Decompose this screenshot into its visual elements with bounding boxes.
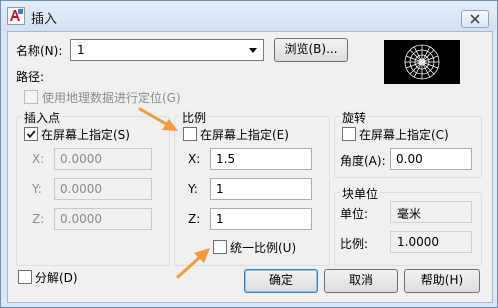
scale-y-value: 1 (216, 182, 224, 196)
help-button[interactable]: 帮助(H) (404, 269, 480, 293)
block-preview-image (404, 44, 440, 80)
title-bar[interactable]: 插入 (1, 1, 497, 31)
path-label: 路径: (16, 70, 45, 84)
explode-checkbox[interactable] (18, 270, 32, 284)
insertion-onscreen-label: 在屏幕上指定(S) (41, 128, 130, 142)
explode-label: 分解(D) (35, 271, 78, 285)
insertion-x-field[interactable]: 0.0000 (54, 148, 152, 170)
cancel-button[interactable]: 取消 (324, 269, 398, 293)
rotation-onscreen-checkbox[interactable] (342, 127, 356, 141)
close-icon (470, 14, 480, 24)
ok-button[interactable]: 确定 (244, 269, 318, 293)
insertion-y-label: Y: (32, 182, 42, 196)
scale-title: 比例 (180, 109, 209, 126)
scale-z-label: Z: (188, 212, 201, 226)
autocad-app-icon (7, 7, 25, 25)
unit-label: 单位: (340, 207, 369, 221)
factor-value: 1.0000 (397, 235, 439, 249)
angle-value: 0.00 (396, 152, 423, 166)
insertion-x-value: 0.0000 (60, 152, 102, 166)
unit-display: 毫米 (390, 201, 472, 223)
insertion-y-field[interactable]: 0.0000 (54, 178, 152, 200)
rotation-onscreen-label: 在屏幕上指定(C) (359, 128, 449, 142)
dialog-body: 名称(N): 1 浏览(B)... 路径: 使用地理数据进行定位(G) 插入点 … (7, 31, 493, 303)
uniform-scale-label: 统一比例(U) (230, 241, 297, 255)
geo-location-checkbox[interactable] (24, 90, 38, 104)
scale-y-field[interactable]: 1 (210, 178, 312, 200)
factor-label: 比例: (340, 237, 369, 251)
browse-button[interactable]: 浏览(B)... (274, 38, 348, 62)
block-name-combo[interactable]: 1 (70, 39, 264, 61)
scale-x-label: X: (188, 152, 201, 166)
annotation-arrow-icon (176, 248, 210, 279)
insertion-y-value: 0.0000 (60, 182, 102, 196)
block-name-value: 1 (77, 43, 85, 57)
annotation-arrow-icon (138, 107, 178, 131)
scale-onscreen-label: 在屏幕上指定(E) (200, 128, 289, 142)
insertion-z-label: Z: (32, 212, 45, 226)
factor-display: 1.0000 (390, 231, 472, 253)
window-title: 插入 (31, 12, 58, 27)
insertion-z-field[interactable]: 0.0000 (54, 208, 152, 230)
scale-x-value: 1.5 (216, 152, 236, 166)
insertion-point-title: 插入点 (22, 109, 63, 126)
insertion-x-label: X: (32, 152, 45, 166)
insert-dialog: 插入 名称(N): 1 浏览(B)... 路径: 使用地理数据进行定位(G) 插… (0, 0, 498, 308)
scale-x-field[interactable]: 1.5 (210, 148, 312, 170)
unit-value: 毫米 (397, 207, 422, 221)
name-label: 名称(N): (16, 44, 63, 58)
angle-label: 角度(A): (340, 154, 386, 168)
insertion-z-value: 0.0000 (60, 212, 102, 226)
block-preview (384, 40, 460, 84)
block-unit-title: 块单位 (340, 185, 381, 202)
scale-z-field[interactable]: 1 (210, 208, 312, 230)
geo-location-label: 使用地理数据进行定位(G) (42, 91, 181, 105)
scale-y-label: Y: (188, 182, 198, 196)
rotation-title: 旋转 (340, 109, 369, 126)
scale-onscreen-checkbox[interactable] (183, 127, 197, 141)
checkmark-icon (26, 130, 36, 139)
insertion-onscreen-checkbox[interactable] (24, 127, 38, 141)
close-button[interactable] (461, 10, 489, 28)
uniform-scale-checkbox[interactable] (213, 240, 227, 254)
chevron-down-icon[interactable] (247, 44, 259, 56)
scale-z-value: 1 (216, 212, 224, 226)
angle-field[interactable]: 0.00 (390, 148, 472, 170)
